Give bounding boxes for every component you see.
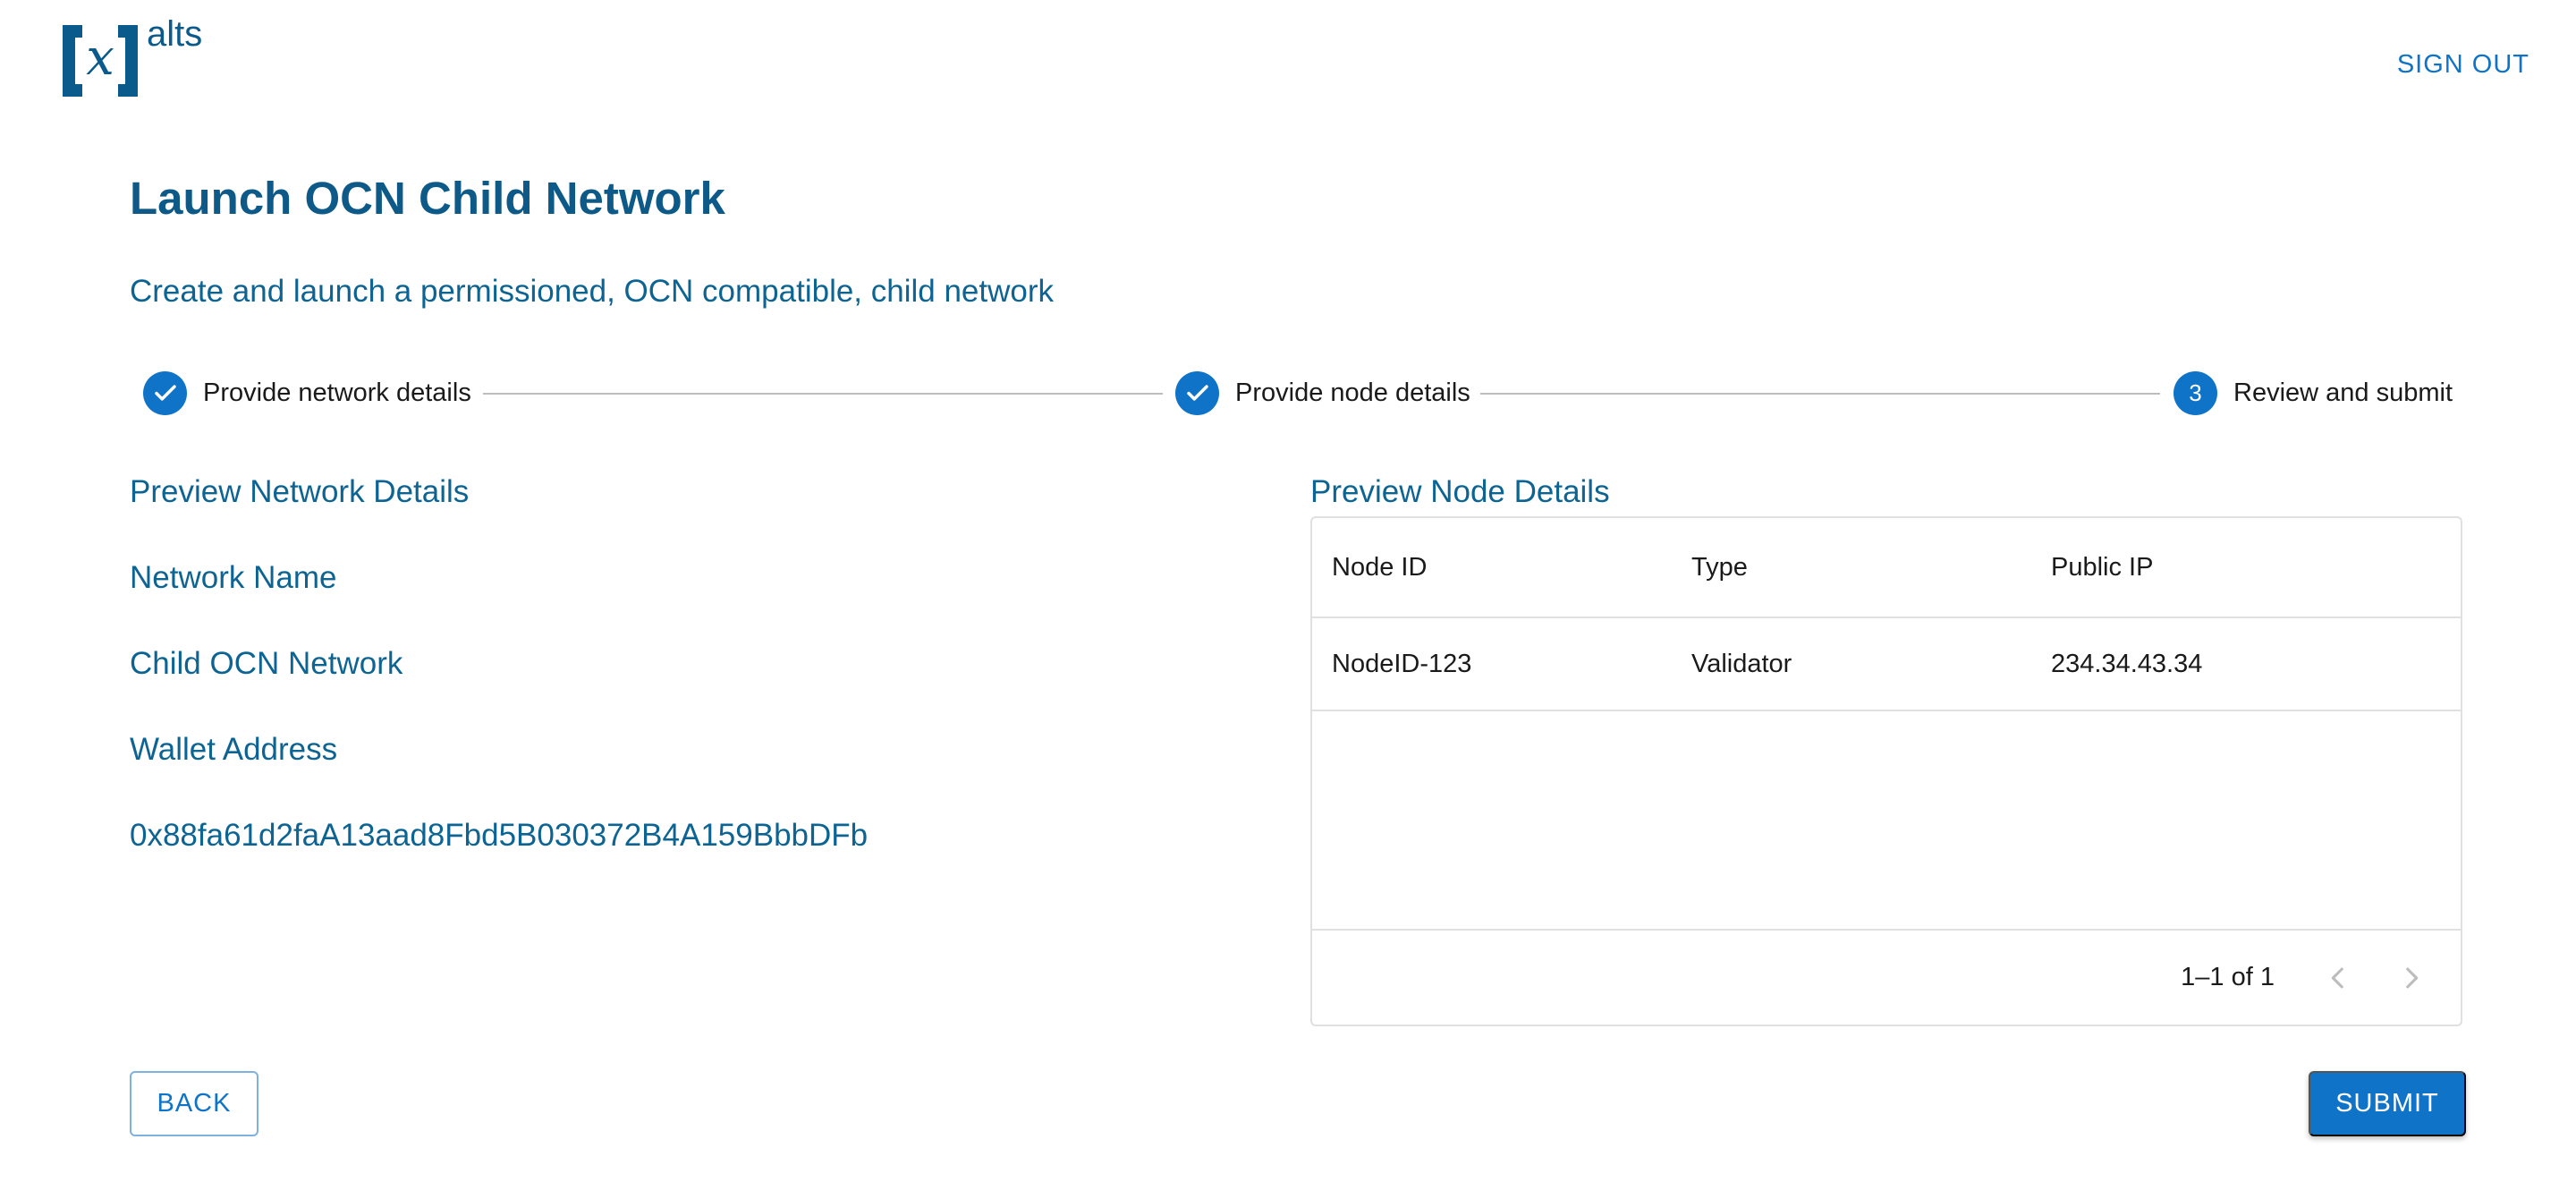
stepper-connector-2 bbox=[1480, 393, 2160, 395]
sign-out-button[interactable]: SIGN OUT bbox=[2397, 50, 2529, 80]
step-label: Provide network details bbox=[203, 378, 471, 407]
check-icon bbox=[143, 370, 187, 415]
submit-button[interactable]: SUBMIT bbox=[2309, 1071, 2466, 1136]
step-node-details: Provide node details bbox=[1175, 370, 1470, 416]
table-row[interactable]: NodeID-123 Validator 234.34.43.34 bbox=[1312, 618, 2461, 711]
network-name-value: Child OCN Network bbox=[130, 646, 403, 681]
network-name-label: Network Name bbox=[130, 560, 337, 595]
logo-text: alts bbox=[147, 14, 203, 54]
page-title: Launch OCN Child Network bbox=[130, 173, 725, 224]
pagination-text: 1–1 of 1 bbox=[2181, 963, 2275, 991]
brand-logo: x alts bbox=[63, 16, 215, 97]
table-header: Node ID Type Public IP bbox=[1312, 518, 2461, 618]
cell-type: Validator bbox=[1691, 649, 1792, 678]
cell-node-id: NodeID-123 bbox=[1332, 649, 1472, 678]
node-preview-heading: Preview Node Details bbox=[1310, 474, 1610, 509]
table-footer: 1–1 of 1 bbox=[1312, 929, 2461, 1025]
chevron-left-icon[interactable] bbox=[2316, 931, 2360, 1025]
wallet-address-value: 0x88fa61d2faA13aad8Fbd5B030372B4A159BbbD… bbox=[130, 818, 869, 853]
column-header-node-id[interactable]: Node ID bbox=[1332, 518, 1427, 617]
stepper: Provide network details Provide node det… bbox=[143, 370, 2453, 416]
cell-public-ip: 234.34.43.34 bbox=[2051, 649, 2203, 678]
logo-bracket-right bbox=[118, 25, 138, 97]
check-icon bbox=[1175, 370, 1219, 415]
column-header-type[interactable]: Type bbox=[1691, 518, 1748, 617]
page-subtitle: Create and launch a permissioned, OCN co… bbox=[130, 274, 1055, 309]
step-network-details: Provide network details bbox=[143, 370, 471, 416]
logo-bracket-left bbox=[63, 25, 82, 97]
back-button[interactable]: BACK bbox=[130, 1071, 258, 1136]
step-label: Review and submit bbox=[2233, 378, 2453, 407]
stepper-connector-1 bbox=[483, 393, 1163, 395]
wallet-address-label: Wallet Address bbox=[130, 732, 338, 767]
step-label: Provide node details bbox=[1235, 378, 1470, 407]
step-number: 3 bbox=[2174, 370, 2217, 415]
logo-letter: x bbox=[86, 29, 114, 87]
step-review-submit: 3 Review and submit bbox=[2174, 370, 2453, 416]
network-preview-heading: Preview Network Details bbox=[130, 474, 470, 509]
node-table: Node ID Type Public IP NodeID-123 Valida… bbox=[1310, 516, 2462, 1026]
column-header-public-ip[interactable]: Public IP bbox=[2051, 518, 2153, 617]
chevron-right-icon[interactable] bbox=[2389, 931, 2434, 1025]
logo-mark: x bbox=[63, 25, 138, 97]
